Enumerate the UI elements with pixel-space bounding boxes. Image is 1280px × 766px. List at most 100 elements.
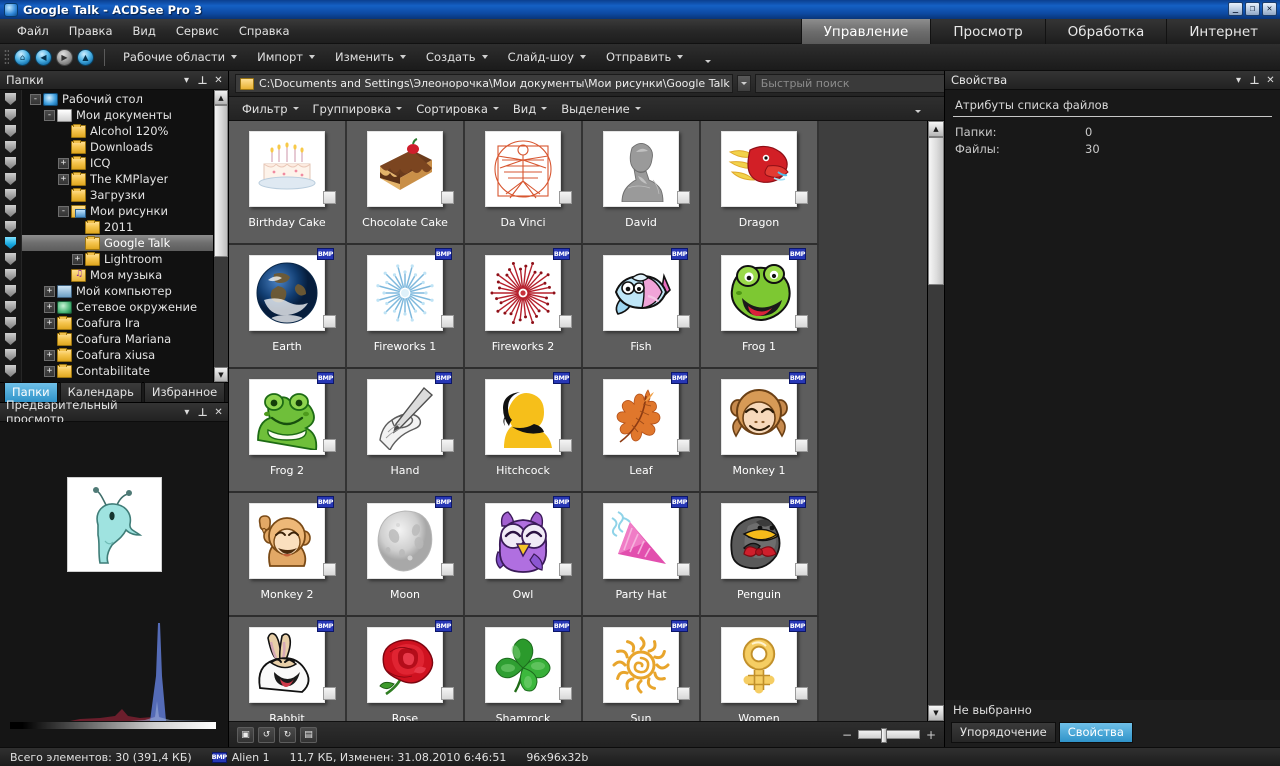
thumbnail-checkbox[interactable] xyxy=(559,439,572,452)
tree-item-lightroom[interactable]: + Lightroom xyxy=(22,251,213,267)
thumbnail-checkbox[interactable] xyxy=(677,191,690,204)
thumbnail-cell[interactable]: BMP Party Hat xyxy=(583,493,701,617)
toolbar-overflow-icon[interactable] xyxy=(705,59,712,63)
thumbnail-checkbox[interactable] xyxy=(677,439,690,452)
collapse-icon[interactable]: - xyxy=(44,109,55,121)
import-button[interactable]: Импорт xyxy=(247,46,325,68)
thumbnail-cell[interactable]: BMP Hand xyxy=(347,369,465,493)
thumbnail-checkbox[interactable] xyxy=(559,563,572,576)
tree-badge-toggle[interactable] xyxy=(0,267,21,283)
tree-item-[interactable]: Моя музыка xyxy=(22,267,213,283)
grid-scrollbar[interactable]: ▲ ▼ xyxy=(927,121,944,721)
close-icon[interactable]: ✕ xyxy=(1264,74,1277,87)
thumbnail-checkbox[interactable] xyxy=(323,563,336,576)
zoom-in-button[interactable]: + xyxy=(926,728,936,742)
path-field[interactable]: C:\Documents and Settings\Элеонорочка\Мо… xyxy=(235,74,733,93)
pin-icon[interactable]: ⊥ xyxy=(196,74,209,87)
back-icon[interactable]: ◀ xyxy=(35,48,52,66)
zoom-out-button[interactable]: − xyxy=(842,728,852,742)
tree-item-[interactable]: - Рабочий стол xyxy=(22,91,213,107)
tree-scroll-thumb[interactable] xyxy=(214,105,228,257)
thumbnail-checkbox[interactable] xyxy=(677,563,690,576)
thumbnail-checkbox[interactable] xyxy=(323,191,336,204)
thumbnail-cell[interactable]: BMP Monkey 2 xyxy=(229,493,347,617)
panel-menu-icon[interactable]: ▾ xyxy=(180,74,193,87)
tree-badge-toggle[interactable] xyxy=(0,331,21,347)
menu-edit[interactable]: Правка xyxy=(60,21,122,41)
thumbnail-cell[interactable]: BMP Owl xyxy=(465,493,583,617)
forward-icon[interactable]: ▶ xyxy=(56,48,73,66)
thumbnail-cell[interactable]: BMP Fireworks 1 xyxy=(347,245,465,369)
thumbnail-cell[interactable]: BMP Earth xyxy=(229,245,347,369)
grid-scroll-track[interactable] xyxy=(928,137,944,705)
rotate-left-icon[interactable]: ↺ xyxy=(258,726,275,743)
preview-image-area[interactable] xyxy=(0,422,228,747)
thumbnail-cell[interactable]: BMP Sun xyxy=(583,617,701,721)
thumbnail-cell[interactable]: Birthday Cake xyxy=(229,121,347,245)
close-button[interactable]: ✕ xyxy=(1262,2,1277,16)
thumbnail-checkbox[interactable] xyxy=(441,315,454,328)
thumbnail-cell[interactable]: BMP Frog 1 xyxy=(701,245,819,369)
thumbnail-cell[interactable]: BMP Penguin xyxy=(701,493,819,617)
tree-item-[interactable]: - Мои документы xyxy=(22,107,213,123)
thumbnail-cell[interactable]: BMP Fireworks 2 xyxy=(465,245,583,369)
zoom-slider[interactable] xyxy=(858,728,920,743)
grid-scroll-thumb[interactable] xyxy=(928,137,944,285)
toolbar-grip[interactable] xyxy=(4,49,9,65)
menu-file[interactable]: Файл xyxy=(8,21,58,41)
tree-item-[interactable]: + Мой компьютер xyxy=(22,283,213,299)
image-properties-icon[interactable]: ▣ xyxy=(237,726,254,743)
tree-item-contabilitate[interactable]: + Contabilitate xyxy=(22,363,213,379)
send-button[interactable]: Отправить xyxy=(596,46,693,68)
tree-badge-toggle[interactable] xyxy=(0,299,21,315)
filmstrip-icon[interactable]: ▤ xyxy=(300,726,317,743)
tab-online[interactable]: Интернет xyxy=(1166,19,1280,44)
tree-badge-toggle[interactable] xyxy=(0,187,21,203)
thumbnail-checkbox[interactable] xyxy=(323,687,336,700)
tree-badge-toggle[interactable] xyxy=(0,347,21,363)
thumbnail-cell[interactable]: BMP Moon xyxy=(347,493,465,617)
tree-item-icq[interactable]: + ICQ xyxy=(22,155,213,171)
expand-icon[interactable]: + xyxy=(58,157,69,169)
tree-badge-toggle[interactable] xyxy=(0,139,21,155)
tab-organize[interactable]: Упорядочение xyxy=(951,722,1056,743)
group-button[interactable]: Группировка xyxy=(306,99,410,119)
thumbnail-checkbox[interactable] xyxy=(441,439,454,452)
select-button[interactable]: Выделение xyxy=(554,99,648,119)
thumbnail-cell[interactable]: BMP Frog 2 xyxy=(229,369,347,493)
tree-scroll-track[interactable] xyxy=(214,105,228,367)
tree-item-alcohol-120[interactable]: Alcohol 120% xyxy=(22,123,213,139)
pin-icon[interactable]: ⊥ xyxy=(1248,74,1261,87)
tab-process[interactable]: Обработка xyxy=(1044,19,1167,44)
tab-properties[interactable]: Свойства xyxy=(1058,722,1133,743)
view-button[interactable]: Вид xyxy=(506,99,554,119)
thumbnail-checkbox[interactable] xyxy=(441,687,454,700)
expand-icon[interactable]: + xyxy=(72,253,83,265)
tree-badge-toggle[interactable] xyxy=(0,235,21,251)
filter-button[interactable]: Фильтр xyxy=(235,99,306,119)
tree-item-[interactable]: Загрузки xyxy=(22,187,213,203)
thumbnail-checkbox[interactable] xyxy=(441,191,454,204)
thumbnail-cell[interactable]: Chocolate Cake xyxy=(347,121,465,245)
thumbnail-checkbox[interactable] xyxy=(323,315,336,328)
thumbnail-checkbox[interactable] xyxy=(559,191,572,204)
tree-badge-toggle[interactable] xyxy=(0,171,21,187)
up-icon[interactable]: ▲ xyxy=(77,48,94,66)
rotate-right-icon[interactable]: ↻ xyxy=(279,726,296,743)
thumbnail-cell[interactable]: BMP Monkey 1 xyxy=(701,369,819,493)
scroll-down-icon[interactable]: ▼ xyxy=(928,705,944,721)
tree-item-2011[interactable]: 2011 xyxy=(22,219,213,235)
close-icon[interactable]: ✕ xyxy=(212,74,225,87)
tree-badge-toggle[interactable] xyxy=(0,107,21,123)
tree-item-the-kmplayer[interactable]: + The KMPlayer xyxy=(22,171,213,187)
search-input[interactable]: Быстрый поиск xyxy=(754,74,960,93)
collapse-icon[interactable]: - xyxy=(30,93,41,105)
pin-icon[interactable]: ⊥ xyxy=(196,406,209,419)
thumbnail-cell[interactable]: BMP Rose xyxy=(347,617,465,721)
maximize-button[interactable]: ❐ xyxy=(1245,2,1260,16)
tab-view[interactable]: Просмотр xyxy=(930,19,1045,44)
thumbnail-cell[interactable]: BMP Shamrock xyxy=(465,617,583,721)
thumbnail-checkbox[interactable] xyxy=(559,315,572,328)
collapse-icon[interactable]: - xyxy=(58,205,69,217)
path-dropdown-button[interactable] xyxy=(736,75,751,92)
